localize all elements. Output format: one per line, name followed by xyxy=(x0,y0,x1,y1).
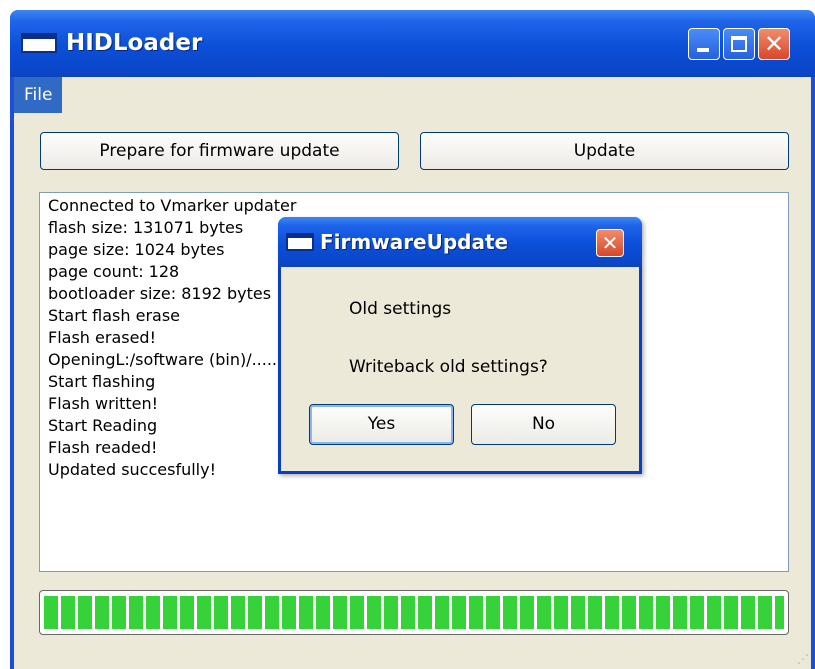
close-icon: ✕ xyxy=(763,30,785,58)
yes-button[interactable]: Yes xyxy=(309,404,454,445)
dialog-question: Writeback old settings? xyxy=(349,357,548,377)
dialog-title: FirmwareUpdate xyxy=(320,230,509,254)
no-button[interactable]: No xyxy=(471,404,616,445)
dialog-heading: Old settings xyxy=(349,299,452,319)
menu-file[interactable]: File xyxy=(14,77,63,113)
window-title: HIDLoader xyxy=(66,30,203,56)
maximize-icon xyxy=(731,36,747,52)
close-button[interactable]: ✕ xyxy=(758,28,790,60)
close-icon: ✕ xyxy=(601,231,619,255)
progress-bar xyxy=(39,590,789,635)
progress-fill xyxy=(44,596,784,629)
minimize-button[interactable] xyxy=(688,28,720,60)
title-bar[interactable]: HIDLoader ✕ xyxy=(10,10,815,77)
dialog-close-button[interactable]: ✕ xyxy=(596,229,624,257)
menu-bar: File xyxy=(14,77,811,113)
firmware-update-dialog: FirmwareUpdate ✕ Old settings Writeback … xyxy=(278,217,642,474)
dialog-app-icon xyxy=(286,233,314,251)
prepare-firmware-update-button[interactable]: Prepare for firmware update xyxy=(40,132,399,170)
resize-grip-icon[interactable]: ⋰ xyxy=(793,651,809,667)
log-line: Connected to Vmarker updater xyxy=(48,196,297,215)
update-button[interactable]: Update xyxy=(420,132,789,170)
minimize-icon xyxy=(697,48,709,52)
dialog-title-bar[interactable]: FirmwareUpdate ✕ xyxy=(278,217,642,267)
maximize-button[interactable] xyxy=(723,28,755,60)
app-icon xyxy=(21,33,57,53)
